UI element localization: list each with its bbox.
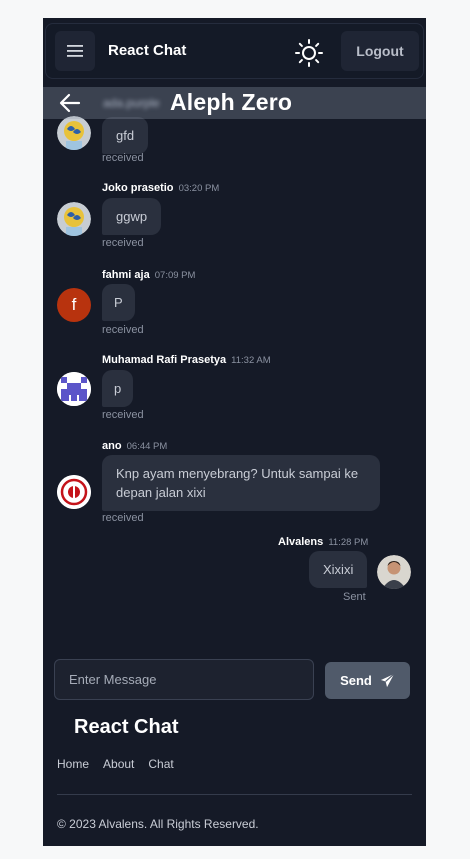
message-bubble: Knp ayam menyebrang? Untuk sampai ke dep… (102, 455, 380, 511)
cartoon-avatar (57, 116, 91, 150)
room-title: Aleph Zero (170, 89, 293, 115)
send-label: Send (340, 673, 372, 688)
logout-button[interactable]: Logout (341, 31, 419, 71)
message-status: received (102, 409, 144, 421)
message-bubble: gfd (102, 117, 149, 154)
hamburger-icon (67, 45, 83, 57)
message-text: gfd (116, 128, 135, 143)
photo-avatar (377, 555, 411, 589)
message-text: Knp ayam menyebrang? Untuk sampai ke dep… (116, 466, 359, 500)
top-navbar: React Chat Logout (45, 23, 424, 79)
footer-link-chat[interactable]: Chat (148, 757, 173, 771)
pixel-avatar (57, 372, 91, 406)
footer-divider (57, 794, 412, 795)
logo-avatar (57, 475, 91, 509)
footer-links: Home About Chat (57, 757, 174, 771)
message-text: P (114, 295, 123, 310)
letter-avatar: f (57, 288, 91, 322)
message-text: p (114, 381, 122, 396)
avatar-letter: f (71, 295, 77, 314)
sender-name: ano (102, 440, 122, 452)
message-status: received (102, 324, 144, 336)
message-text: Xixixi (323, 562, 354, 577)
message-sender: Muhamad Rafi Prasetya 11:32 AM (102, 354, 271, 366)
message-sender: Alvalens 11:28 PM (278, 536, 368, 548)
message-time: 11:32 AM (231, 355, 271, 366)
paper-plane-icon (380, 673, 395, 688)
message-bubble: Xixixi (309, 551, 368, 588)
message-status: Sent (343, 591, 366, 603)
message-time: 07:09 PM (154, 270, 196, 281)
room-subtitle: ada.purple (103, 96, 160, 110)
message-status: received (102, 237, 144, 249)
footer-title: React Chat (74, 716, 179, 738)
message-time: 11:28 PM (328, 537, 369, 548)
cartoon-avatar (57, 202, 91, 236)
sender-name: fahmi aja (102, 269, 150, 281)
message-text: ggwp (116, 209, 148, 224)
menu-button[interactable] (55, 31, 95, 71)
send-button[interactable]: Send (325, 662, 410, 699)
app-brand[interactable]: React Chat (108, 42, 186, 59)
sender-name: Joko prasetio (102, 182, 174, 194)
app-frame: gfd received Joko prasetio 03:20 PM ggwp… (43, 18, 426, 846)
message-sender: Joko prasetio 03:20 PM (102, 182, 219, 194)
message-sender: fahmi aja 07:09 PM (102, 269, 195, 281)
message-input[interactable] (54, 659, 314, 700)
message-bubble: P (102, 284, 135, 321)
sender-name: Alvalens (278, 536, 324, 548)
message-bubble: ggwp (102, 198, 162, 235)
arrow-left-icon[interactable] (59, 93, 81, 113)
footer-link-home[interactable]: Home (57, 757, 89, 771)
message-time: 06:44 PM (126, 441, 168, 452)
message-status: received (102, 512, 144, 524)
message-status: received (102, 152, 144, 164)
room-header: ada.purple Aleph Zero (43, 87, 426, 119)
sun-icon[interactable] (294, 38, 324, 68)
message-sender: ano 06:44 PM (102, 440, 167, 452)
message-time: 03:20 PM (178, 183, 220, 194)
copyright-text: © 2023 Alvalens. All Rights Reserved. (57, 817, 259, 831)
message-bubble: p (102, 370, 134, 407)
sender-name: Muhamad Rafi Prasetya (102, 354, 227, 366)
footer-link-about[interactable]: About (103, 757, 134, 771)
